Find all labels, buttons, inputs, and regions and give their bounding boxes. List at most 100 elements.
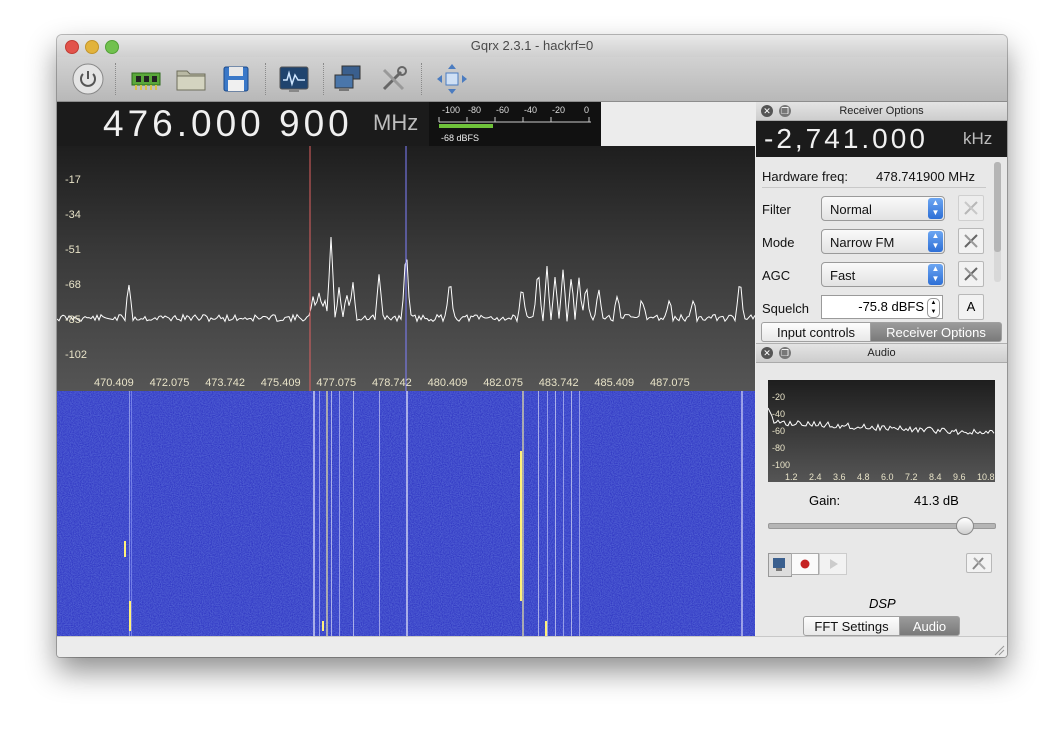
audio-y-tick: -20 [772, 392, 785, 402]
hardware-config-button[interactable] [129, 62, 163, 96]
filter-select[interactable]: Normal ▲ ▼ [821, 196, 945, 221]
network-icon [773, 558, 785, 571]
dock-float-icon[interactable]: ❐ [779, 347, 791, 359]
plot-x-tick: 480.409 [428, 377, 468, 389]
record-button[interactable] [791, 553, 819, 575]
tools-icon [964, 201, 978, 215]
plot-x-tick: 482.075 [483, 377, 523, 389]
chevron-updown-icon: ▲ ▼ [928, 264, 943, 285]
audio-fft-plot: -20 -40 -60 -80 -100 1.2 2.4 3.6 4.8 6.0 7.2 8.4 9.… [767, 380, 995, 482]
plot-x-tick: 472.075 [150, 377, 190, 389]
window-title: Gqrx 2.3.1 - hackrf=0 [470, 38, 594, 53]
meter-tick: -20 [552, 105, 565, 115]
audio-y-tick: -40 [772, 409, 785, 419]
spinner-arrows-icon[interactable]: ▲ ▼ [927, 298, 940, 318]
mode-options-button[interactable] [958, 228, 984, 254]
audio-dock-title: Audio [867, 347, 896, 359]
audio-x-tick: 3.6 [833, 472, 846, 482]
tab-input-controls[interactable]: Input controls [761, 322, 871, 342]
minimize-window-button[interactable] [85, 40, 99, 54]
mode-select[interactable]: Narrow FM ▲ ▼ [821, 229, 945, 254]
tools-icon [964, 234, 978, 248]
audio-x-tick: 4.8 [857, 472, 870, 482]
agc-select[interactable]: Fast ▲ ▼ [821, 262, 945, 287]
plot-x-tick: 477.075 [316, 377, 356, 389]
dock-close-icon[interactable]: ✕ [761, 105, 773, 117]
receiver-dock-titlebar: ✕ ❐ Receiver Options [756, 102, 1007, 121]
fft-icon [279, 66, 309, 92]
meter-tick: -40 [524, 105, 537, 115]
audio-x-tick: 9.6 [953, 472, 966, 482]
filter-label: Filter [762, 202, 791, 217]
play-button[interactable] [819, 553, 847, 575]
open-button[interactable] [174, 62, 208, 96]
receiver-tabbar: Input controls Receiver Options [761, 322, 1002, 342]
title-bar: Gqrx 2.3.1 - hackrf=0 [57, 35, 1007, 57]
hardware-icon [131, 72, 161, 90]
chevron-updown-icon: ▲ ▼ [928, 198, 943, 219]
fullscreen-icon [437, 64, 467, 94]
squelch-auto-button[interactable]: A [958, 294, 984, 320]
audio-x-tick: 10.8 [977, 472, 995, 482]
offset-display[interactable]: -2,741.000 kHz [756, 121, 1007, 157]
fft-button[interactable] [277, 62, 311, 96]
settings-button[interactable] [377, 62, 411, 96]
frequency-value[interactable]: 476.000 900 [103, 102, 353, 146]
agc-options-button[interactable] [958, 261, 984, 287]
meter-level-text: -68 dBFS [441, 133, 479, 143]
udp-stream-button[interactable] [768, 553, 792, 577]
main-window: Gqrx 2.3.1 - hackrf=0 476.000 900 MHz -1… [57, 35, 1007, 657]
dock-float-icon[interactable]: ❐ [779, 105, 791, 117]
dock-close-icon[interactable]: ✕ [761, 347, 773, 359]
receiver-scrollbar[interactable] [994, 162, 1001, 282]
spectrum-plot[interactable]: -17 -34 -51 -68 -85 -102 470.409 472.075 473.74… [57, 146, 756, 391]
plot-y-tick: -68 [65, 279, 81, 291]
frequency-display[interactable]: 476.000 900 MHz [57, 102, 429, 146]
audio-y-tick: -100 [772, 460, 790, 470]
resize-grip-icon[interactable] [993, 644, 1005, 656]
plot-y-tick: -85 [65, 314, 81, 326]
close-window-button[interactable] [65, 40, 79, 54]
tools-icon [964, 267, 978, 281]
tab-receiver-options[interactable]: Receiver Options [870, 322, 1002, 342]
hardware-freq-label: Hardware freq: [762, 169, 848, 184]
meter-tick: 0 [584, 105, 589, 115]
tab-audio[interactable]: Audio [899, 616, 960, 636]
gain-slider-handle[interactable] [956, 517, 974, 535]
audio-dock-titlebar: ✕ ❐ Audio [756, 344, 1007, 363]
tab-fft-settings[interactable]: FFT Settings [803, 616, 900, 636]
audio-x-tick: 1.2 [785, 472, 798, 482]
plot-x-tick: 483.742 [539, 377, 579, 389]
meter-tick: -100 [442, 105, 460, 115]
fullscreen-button[interactable] [435, 62, 469, 96]
record-icon [800, 559, 810, 569]
save-button[interactable] [219, 62, 253, 96]
plot-x-tick: 473.742 [205, 377, 245, 389]
audio-options-button[interactable] [966, 553, 992, 573]
offset-unit: kHz [963, 129, 993, 148]
filter-value: Normal [830, 202, 872, 217]
zoom-window-button[interactable] [105, 40, 119, 54]
waterfall-display[interactable] [57, 391, 755, 636]
audio-buttons [768, 553, 848, 577]
plot-y-tick: -34 [65, 209, 81, 221]
audio-dock: ✕ ❐ Audio -20 -40 -60 -80 -100 1.2 2.4 3.6 4.8 6… [756, 343, 1007, 637]
meter-level-bar [439, 124, 493, 128]
network-icon [334, 65, 361, 91]
audio-x-tick: 7.2 [905, 472, 918, 482]
audio-tabbar: FFT Settings Audio [803, 616, 960, 636]
power-button[interactable] [71, 62, 105, 96]
remote-control-button[interactable] [332, 62, 366, 96]
meter-graphic: -100 -80 -60 -40 -20 0 -68 dBFS [438, 105, 591, 143]
mode-value: Narrow FM [830, 235, 895, 250]
tools-icon [382, 66, 407, 91]
plot-x-tick: 470.409 [94, 377, 134, 389]
filter-options-button[interactable] [958, 195, 984, 221]
plot-x-tick: 485.409 [594, 377, 634, 389]
chevron-updown-icon: ▲ ▼ [928, 231, 943, 252]
squelch-value: -75.8 dBFS [858, 299, 924, 314]
offset-value[interactable]: -2,741.000 [764, 121, 928, 157]
audio-fft-graphic: -20 -40 -60 -80 -100 1.2 2.4 3.6 4.8 6.0 7.2 8.4 9.… [767, 380, 995, 482]
gain-slider[interactable] [768, 517, 996, 535]
squelch-spinbox[interactable]: -75.8 dBFS ▲ ▼ [821, 295, 943, 319]
